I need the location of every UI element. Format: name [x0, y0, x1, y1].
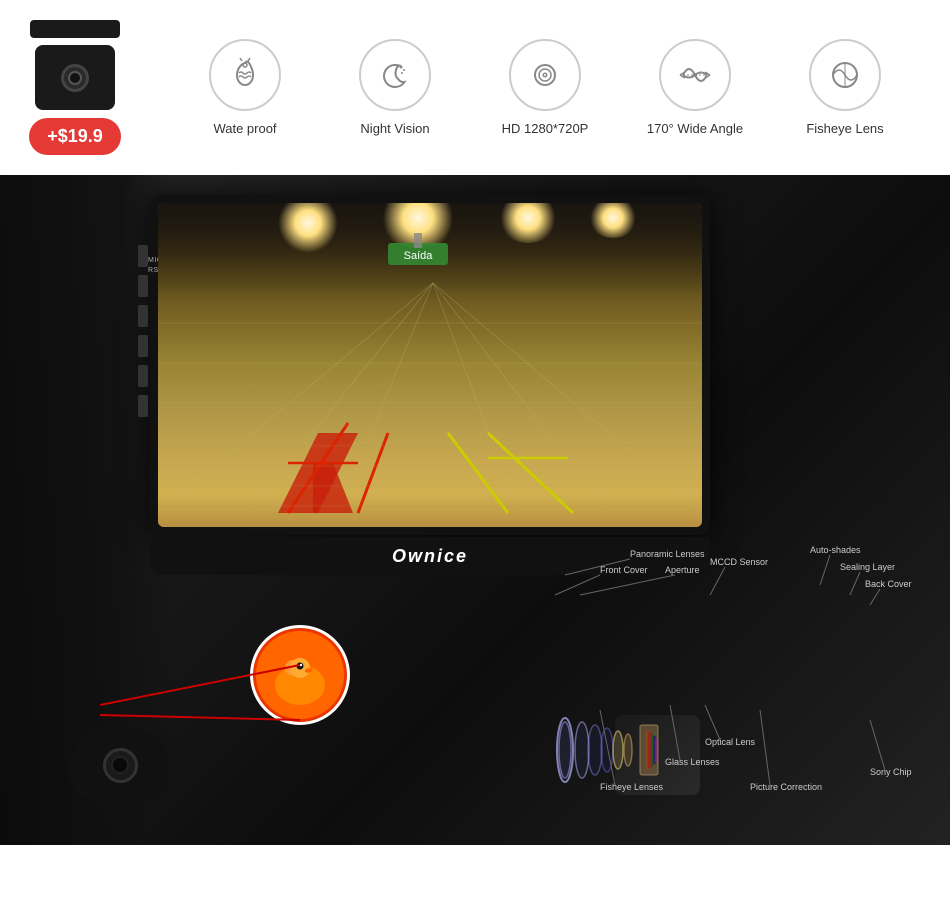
brand-name: Ownice — [392, 546, 468, 567]
camera-lens — [61, 64, 89, 92]
feature-night-vision: Night Vision — [345, 39, 445, 136]
svg-text:Optical Lens: Optical Lens — [705, 737, 756, 747]
feature-hd: HD 1280*720P — [495, 39, 595, 136]
side-btn-2 — [138, 275, 148, 297]
hd-label: HD 1280*720P — [502, 121, 589, 136]
fisheye-label: Fisheye Lens — [806, 121, 883, 136]
night-vision-label: Night Vision — [360, 121, 429, 136]
wide-angle-icon — [659, 39, 731, 111]
monitor-frame: MIC RST — [150, 195, 710, 535]
svg-text:Back Cover: Back Cover — [865, 579, 912, 589]
fisheye-duck-svg — [255, 630, 345, 720]
camera-addon: +$19.9 — [20, 20, 130, 155]
svg-text:Panoramic Lenses: Panoramic Lenses — [630, 549, 705, 559]
top-section: +$19.9 Wate proof — [0, 0, 950, 175]
hd-icon — [509, 39, 581, 111]
fisheye-icon — [809, 39, 881, 111]
price-badge: +$19.9 — [29, 118, 121, 155]
bottom-section: MIC RST — [0, 175, 950, 845]
feature-fisheye: Fisheye Lens — [795, 39, 895, 136]
svg-text:Sealing Layer: Sealing Layer — [840, 562, 895, 572]
feature-wide-angle: 170° Wide Angle — [645, 39, 745, 136]
camera-image — [20, 20, 130, 110]
svg-text:Sony Chip: Sony Chip — [870, 767, 912, 777]
monitor-container: MIC RST — [150, 195, 710, 575]
camera-body — [35, 45, 115, 110]
parking-floor — [158, 349, 702, 527]
svg-text:Aperture: Aperture — [665, 565, 700, 575]
parking-scene: Saída — [158, 203, 702, 527]
waterproof-label: Wate proof — [213, 121, 276, 136]
wide-angle-label: 170° Wide Angle — [647, 121, 743, 136]
fish-camera — [60, 695, 180, 805]
side-btn-1 — [138, 245, 148, 267]
waterproof-icon — [209, 39, 281, 111]
fish-cam-body — [70, 725, 170, 805]
camera-mount — [30, 20, 120, 38]
svg-text:Saída: Saída — [404, 250, 434, 262]
features-row: Wate proof Night Vision — [170, 39, 920, 136]
fish-cam-lens-inner — [111, 756, 129, 774]
svg-text:Picture Correction: Picture Correction — [750, 782, 822, 792]
fish-cam-lens — [103, 748, 138, 783]
svg-text:MCCD Sensor: MCCD Sensor — [710, 557, 768, 567]
svg-text:Front Cover: Front Cover — [600, 565, 648, 575]
side-btn-4 — [138, 335, 148, 357]
side-btn-3 — [138, 305, 148, 327]
svg-text:Glass Lenses: Glass Lenses — [665, 757, 720, 767]
side-buttons: MIC RST — [138, 245, 148, 417]
side-btn-5 — [138, 365, 148, 387]
svg-text:Auto-shades: Auto-shades — [810, 545, 861, 555]
diagram-section: Panoramic Lenses Front Cover Aperture MC… — [510, 545, 940, 825]
side-btn-6 — [138, 395, 148, 417]
svg-text:Fisheye Lenses: Fisheye Lenses — [600, 782, 664, 792]
monitor-screen: Saída — [158, 203, 702, 527]
diagram-annotations-svg: Panoramic Lenses Front Cover Aperture MC… — [510, 545, 940, 825]
fisheye-preview — [250, 625, 350, 725]
feature-waterproof: Wate proof — [195, 39, 295, 136]
camera-lens-inner — [68, 71, 82, 85]
night-vision-icon — [359, 39, 431, 111]
